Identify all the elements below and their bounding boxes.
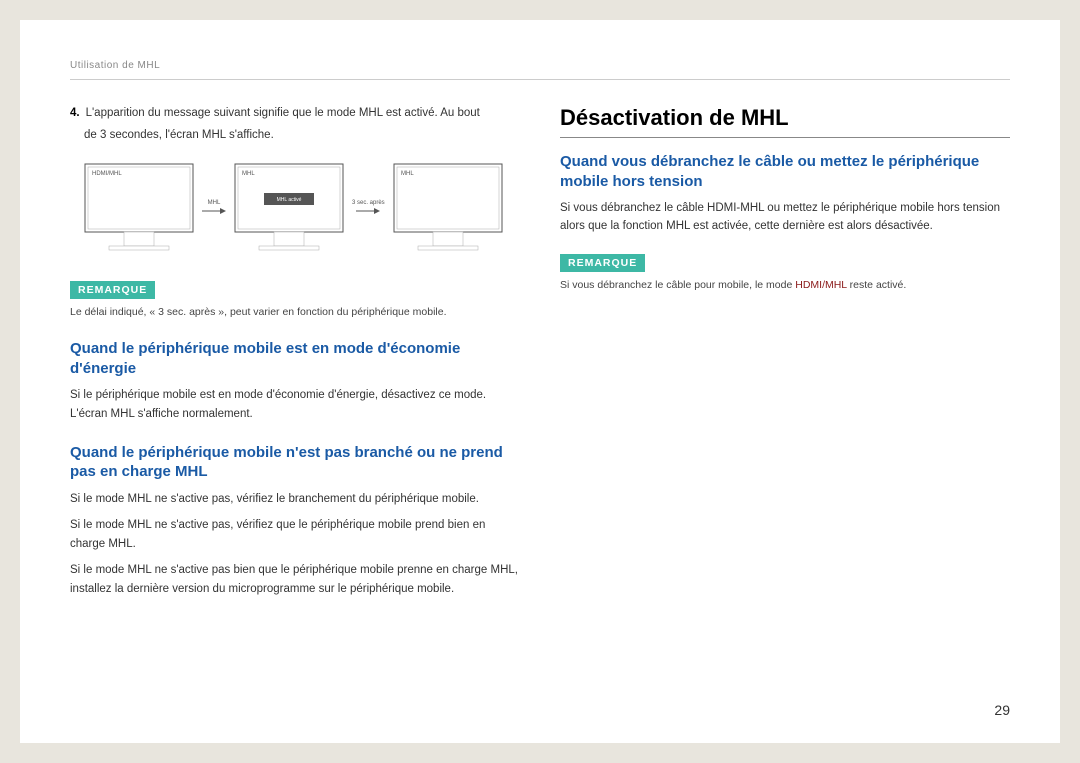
page-container: Utilisation de MHL 4. L'apparition du me… [20,20,1060,743]
page-title: Désactivation de MHL [560,105,1010,138]
remarque-badge-right: REMARQUE [560,254,645,272]
monitor-1: HDMI/MHL [84,163,194,253]
subheading-economy: Quand le périphérique mobile est en mode… [70,339,520,378]
monitor-2-label: MHL [242,171,255,177]
monitor-2-bar-text: MHL activé [277,197,302,203]
paragraph-economy: Si le périphérique mobile est en mode d'… [70,386,520,423]
monitor-diagram: HDMI/MHL MHL MHL MHL activé [84,163,520,253]
remarque-highlight: HDMI/MHL [795,279,847,291]
remarque-text-right: Si vous débranchez le câble pour mobile,… [560,278,1010,293]
subheading-not-connected: Quand le périphérique mobile n'est pas b… [70,443,520,482]
arrow-2: 3 sec. après [352,200,385,215]
breadcrumb: Utilisation de MHL [70,60,1010,80]
remarque-pre: Si vous débranchez le câble pour mobile,… [560,279,795,291]
subheading-disconnect: Quand vous débranchez le câble ou mettez… [560,152,1010,191]
step-4: 4. L'apparition du message suivant signi… [70,105,520,122]
step-text: L'apparition du message suivant signifie… [86,105,520,122]
remarque-post: reste activé. [847,279,907,291]
content-columns: 4. L'apparition du message suivant signi… [70,105,1010,723]
monitor-1-label: HDMI/MHL [92,171,122,177]
step-subtext: de 3 secondes, l'écran MHL s'affiche. [84,127,520,144]
page-number: 29 [994,702,1010,718]
paragraph-nc-2: Si le mode MHL ne s'active pas, vérifiez… [70,516,520,553]
right-column: Désactivation de MHL Quand vous débranch… [560,105,1010,723]
monitor-2: MHL MHL activé [234,163,344,253]
remarque-badge: REMARQUE [70,281,155,299]
paragraph-nc-1: Si le mode MHL ne s'active pas, vérifiez… [70,490,520,508]
arrow-1-label: MHL [208,200,221,206]
remarque-text: Le délai indiqué, « 3 sec. après », peut… [70,305,520,320]
left-column: 4. L'apparition du message suivant signi… [70,105,520,723]
arrow-1: MHL [202,200,226,215]
arrow-2-label: 3 sec. après [352,200,385,206]
monitor-3-label: MHL [401,171,414,177]
paragraph-nc-3: Si le mode MHL ne s'active pas bien que … [70,561,520,598]
monitor-3: MHL [393,163,503,253]
step-number: 4. [70,105,80,122]
paragraph-disconnect: Si vous débranchez le câble HDMI-MHL ou … [560,199,1010,236]
